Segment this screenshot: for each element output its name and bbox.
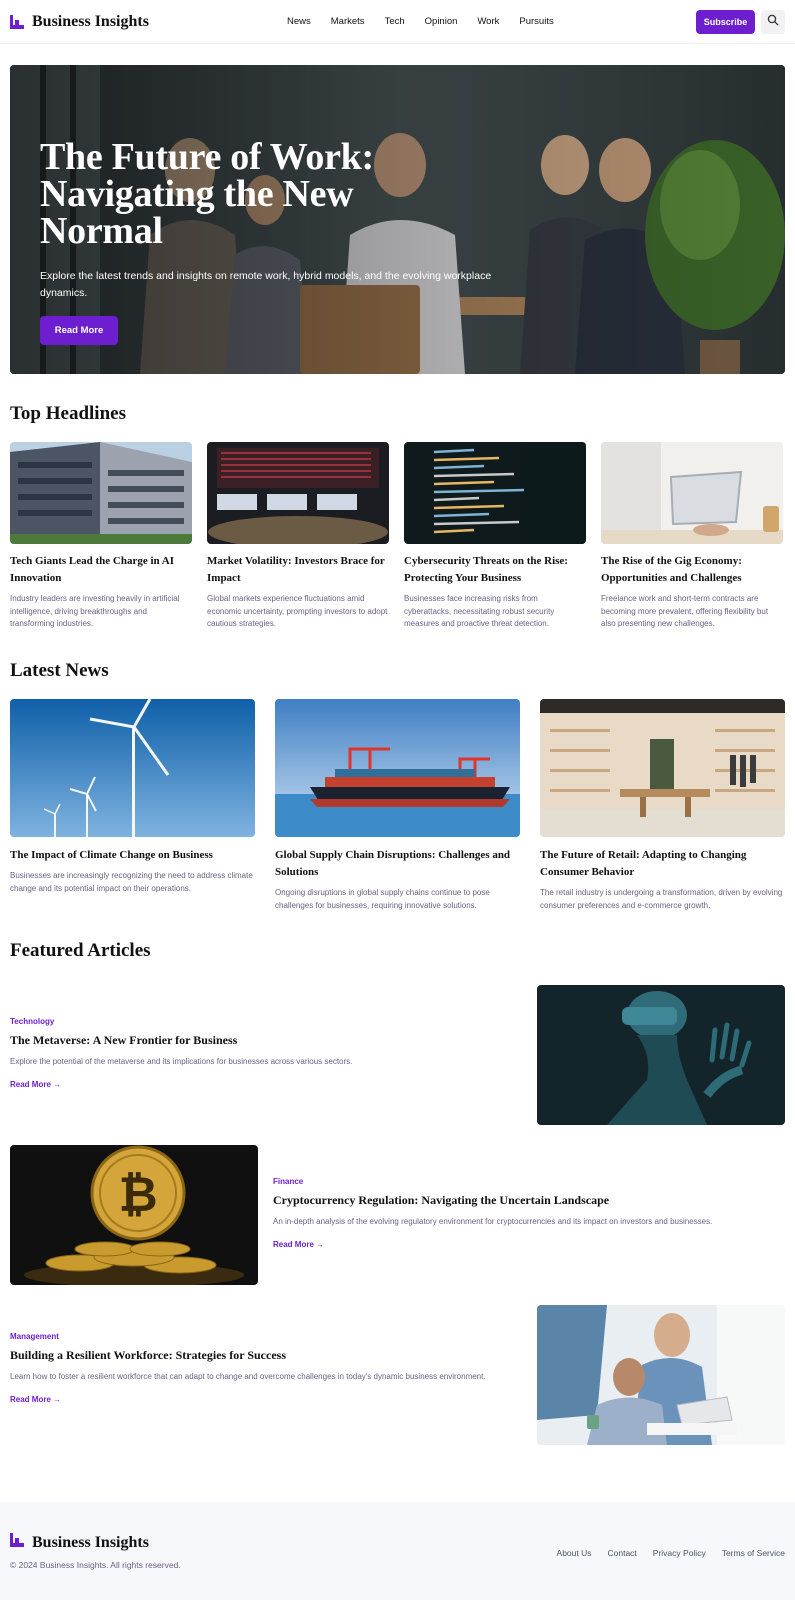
featured-title[interactable]: The Metaverse: A New Frontier for Busine… [10, 1033, 510, 1048]
hero-read-more-button[interactable]: Read More [40, 316, 118, 345]
nav-item-work[interactable]: Work [477, 16, 499, 27]
headline-title: Market Volatility: Investors Brace for I… [207, 555, 385, 584]
headline-title: The Rise of the Gig Economy: Opportuniti… [601, 555, 742, 584]
headline-card[interactable]: Tech Giants Lead the Charge in AI Innova… [10, 442, 192, 631]
news-card[interactable]: The Impact of Climate Change on Business… [10, 699, 255, 895]
headline-image [10, 442, 192, 544]
news-card[interactable]: The Future of Retail: Adapting to Changi… [540, 699, 785, 912]
nav-item-pursuits[interactable]: Pursuits [519, 16, 553, 27]
news-image [275, 699, 520, 837]
featured-read-more-link[interactable]: Read More → [10, 1395, 490, 1404]
footer-brand-name: Business Insights [32, 1533, 149, 1551]
headline-image [207, 442, 389, 544]
headline-title: Tech Giants Lead the Charge in AI Innova… [10, 555, 175, 584]
brand-name: Business Insights [32, 12, 149, 30]
featured-article: Finance Cryptocurrency Regulation: Navig… [273, 1177, 783, 1249]
featured-description: Explore the potential of the metaverse a… [10, 1057, 353, 1066]
featured-article: Management Building a Resilient Workforc… [10, 1332, 490, 1404]
featured-category[interactable]: Management [10, 1332, 490, 1341]
featured-image[interactable]: ₿ [10, 1145, 258, 1285]
page: Business Insights News Markets Tech Opin… [0, 0, 795, 1600]
section-title-top-headlines: Top Headlines [10, 403, 126, 424]
header-actions: Subscribe [696, 9, 785, 34]
featured-category[interactable]: Technology [10, 1017, 510, 1026]
headline-image [601, 442, 783, 544]
footer-link-about[interactable]: About Us [557, 1548, 592, 1558]
headline-description: Industry leaders are investing heavily i… [10, 594, 180, 628]
headline-card[interactable]: The Rise of the Gig Economy: Opportuniti… [601, 442, 783, 631]
footer-link-terms[interactable]: Terms of Service [722, 1548, 785, 1558]
featured-read-more-link[interactable]: Read More → [273, 1240, 783, 1249]
headline-description: Freelance work and short-term contracts … [601, 594, 769, 628]
featured-description: Learn how to foster a resilient workforc… [10, 1372, 486, 1381]
site-footer: Business Insights © 2024 Business Insigh… [0, 1502, 795, 1600]
news-description: Businesses are increasingly recognizing … [10, 871, 253, 893]
featured-image[interactable] [537, 985, 785, 1125]
headline-description: Global markets experience fluctuations a… [207, 594, 388, 628]
featured-read-more-link[interactable]: Read More → [10, 1080, 510, 1089]
news-image [10, 699, 255, 837]
featured-title[interactable]: Building a Resilient Workforce: Strategi… [10, 1348, 490, 1363]
headline-title: Cybersecurity Threats on the Rise: Prote… [404, 555, 568, 584]
brand[interactable]: Business Insights [10, 13, 149, 31]
site-header: Business Insights News Markets Tech Opin… [0, 0, 795, 44]
hero-title: The Future of Work: Navigating the New N… [40, 136, 540, 252]
featured-image[interactable] [537, 1305, 785, 1445]
headline-card[interactable]: Cybersecurity Threats on the Rise: Prote… [404, 442, 586, 631]
hero-subtitle: Explore the latest trends and insights o… [40, 270, 492, 299]
nav-item-tech[interactable]: Tech [385, 16, 405, 27]
search-icon [767, 13, 779, 31]
hero-title-line: Navigating the New [40, 173, 354, 215]
hero-title-line: Normal [40, 210, 163, 252]
nav-item-opinion[interactable]: Opinion [425, 16, 458, 27]
footer-link-contact[interactable]: Contact [608, 1548, 637, 1558]
headline-card[interactable]: Market Volatility: Investors Brace for I… [207, 442, 389, 631]
nav-item-markets[interactable]: Markets [331, 16, 365, 27]
nav-item-news[interactable]: News [287, 16, 311, 27]
news-title: Global Supply Chain Disruptions: Challen… [275, 849, 511, 878]
copyright: © 2024 Business Insights. All rights res… [10, 1560, 181, 1570]
section-title-latest-news: Latest News [10, 660, 109, 681]
hero-content: The Future of Work: Navigating the New N… [40, 136, 540, 345]
news-description: The retail industry is undergoing a tran… [540, 888, 783, 910]
main-nav: News Markets Tech Opinion Work Pursuits [287, 16, 574, 27]
hero-banner: The Future of Work: Navigating the New N… [10, 65, 785, 374]
featured-article: Technology The Metaverse: A New Frontier… [10, 1017, 510, 1089]
news-title: The Impact of Climate Change on Business [10, 849, 213, 861]
hero-title-line: The Future of Work: [40, 136, 374, 178]
news-description: Ongoing disruptions in global supply cha… [275, 888, 490, 910]
footer-link-privacy[interactable]: Privacy Policy [653, 1548, 706, 1558]
news-title: The Future of Retail: Adapting to Changi… [540, 849, 747, 878]
featured-description: An in-depth analysis of the evolving reg… [273, 1217, 713, 1226]
footer-brand[interactable]: Business Insights [10, 1533, 149, 1552]
featured-category[interactable]: Finance [273, 1177, 783, 1186]
news-image [540, 699, 785, 837]
footer-links: About Us Contact Privacy Policy Terms of… [557, 1548, 785, 1558]
featured-title[interactable]: Cryptocurrency Regulation: Navigating th… [273, 1193, 783, 1208]
logo-icon [10, 1533, 24, 1552]
logo-icon [10, 14, 24, 29]
subscribe-button[interactable]: Subscribe [696, 9, 755, 34]
headline-image [404, 442, 586, 544]
headline-description: Businesses face increasing risks from cy… [404, 594, 555, 628]
search-button[interactable] [761, 9, 785, 34]
news-card[interactable]: Global Supply Chain Disruptions: Challen… [275, 699, 520, 912]
section-title-featured: Featured Articles [10, 940, 151, 961]
svg-text:₿: ₿ [118, 1167, 157, 1223]
